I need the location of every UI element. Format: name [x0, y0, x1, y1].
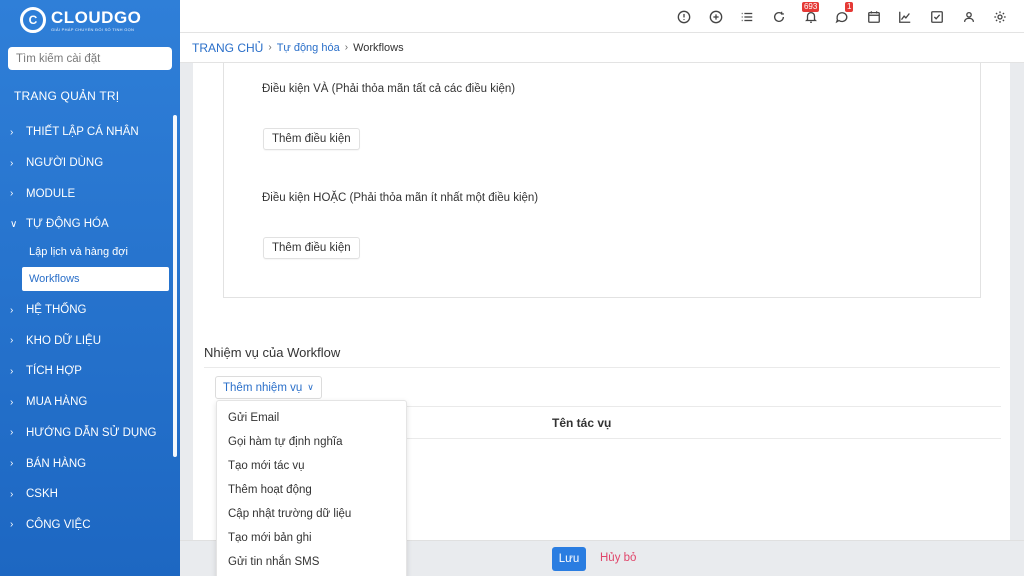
breadcrumb-automation[interactable]: Tự động hóa [277, 42, 340, 54]
checkbox-icon[interactable] [921, 8, 953, 26]
chevron-right-icon: › [10, 427, 14, 439]
sidebar-subitem-scheduler[interactable]: Lập lịch và hàng đợi [0, 240, 180, 265]
sidebar-item-label: NGƯỜI DÙNG [26, 157, 104, 170]
sidebar: C CLOUDGO GIẢI PHÁP CHUYỂN ĐỔI SỐ TINH G… [0, 0, 180, 576]
add-task-button[interactable]: Thêm nhiệm vụ ∨ [215, 376, 322, 399]
sidebar-item-personal-settings[interactable]: › THIẾT LẬP CÁ NHÂN [0, 117, 180, 148]
sidebar-nav: › THIẾT LẬP CÁ NHÂN › NGƯỜI DÙNG › MODULE ∨… [0, 117, 180, 540]
chat-icon[interactable]: 1 [826, 2, 858, 26]
chevron-right-icon: › [10, 396, 14, 408]
sidebar-item-label: TÍCH HỢP [26, 365, 82, 378]
chevron-right-icon: › [10, 304, 14, 316]
sidebar-item-integration[interactable]: › TÍCH HỢP [0, 356, 180, 387]
admin-title: TRANG QUẢN TRỊ [14, 89, 120, 103]
notification-badge: 693 [801, 2, 820, 12]
sidebar-item-label: HỆ THỐNG [26, 304, 87, 317]
sidebar-item-label: KHO DỮ LIỆU [26, 334, 102, 347]
menu-item-create-task[interactable]: Tạo mới tác vụ [217, 454, 406, 478]
chevron-right-icon: › [10, 335, 14, 347]
divider [204, 367, 1000, 368]
tasks-table-header: Tên tác vụ [407, 406, 1001, 439]
logo-title: CLOUDGO [51, 7, 142, 27]
menu-item-create-record[interactable]: Tạo mới bản ghi [217, 526, 406, 550]
logo-subtitle: GIẢI PHÁP CHUYỂN ĐỔI SỐ TINH GỌN [51, 26, 135, 32]
chevron-right-icon: › [10, 365, 14, 377]
cancel-button[interactable]: Hủy bỏ [600, 552, 636, 564]
save-button[interactable]: Lưu [552, 547, 586, 571]
and-conditions-label: Điều kiện VÀ (Phải thỏa mãn tất cả các đ… [262, 83, 516, 95]
sidebar-item-sales[interactable]: › BÁN HÀNG [0, 448, 180, 479]
calendar-icon[interactable] [858, 8, 890, 26]
menu-item-add-activity[interactable]: Thêm hoạt động [217, 478, 406, 502]
chevron-down-icon: ∨ [10, 218, 18, 230]
user-icon[interactable] [953, 8, 985, 26]
sidebar-item-label: HƯỚNG DẪN SỬ DỤNG [26, 426, 157, 439]
sidebar-item-data-warehouse[interactable]: › KHO DỮ LIỆU [0, 325, 180, 356]
add-icon[interactable] [700, 8, 732, 26]
sidebar-item-label: MUA HÀNG [26, 396, 88, 409]
breadcrumb-current: Workflows [353, 41, 404, 54]
bell-icon[interactable]: 693 [795, 2, 827, 26]
menu-item-send-sms[interactable]: Gửi tin nhắn SMS [217, 550, 406, 574]
gear-icon[interactable] [984, 8, 1016, 26]
sidebar-item-label: CÔNG VIỆC [26, 518, 91, 531]
chevron-down-icon: ∨ [307, 382, 314, 392]
logo[interactable]: C CLOUDGO GIẢI PHÁP CHUYỂN ĐỔI SỐ TINH G… [0, 0, 180, 40]
sidebar-item-system[interactable]: › HỆ THỐNG [0, 295, 180, 326]
sidebar-subitem-workflows[interactable]: Workflows [22, 266, 169, 291]
menu-item-update-field[interactable]: Cập nhật trường dữ liệu [217, 502, 406, 526]
chevron-right-icon: › [10, 488, 14, 500]
sidebar-item-automation[interactable]: ∨ TỰ ĐỘNG HÓA [0, 209, 180, 240]
sidebar-item-user-guide[interactable]: › HƯỚNG DẪN SỬ DỤNG [0, 418, 180, 449]
add-task-dropdown: Gửi Email Gọi hàm tự định nghĩa Tạo mới … [216, 400, 407, 576]
sidebar-item-label: TỰ ĐỘNG HÓA [26, 218, 109, 231]
sidebar-item-label: THIẾT LẬP CÁ NHÂN [26, 126, 139, 139]
sidebar-item-module[interactable]: › MODULE [0, 178, 180, 209]
sidebar-item-tasks[interactable]: › CÔNG VIỆC [0, 510, 180, 541]
sidebar-item-purchasing[interactable]: › MUA HÀNG [0, 387, 180, 418]
sidebar-item-users[interactable]: › NGƯỜI DÙNG [0, 148, 180, 179]
chevron-right-icon: › [344, 42, 349, 53]
workflow-tasks-title: Nhiệm vụ của Workflow [204, 345, 341, 360]
alert-icon[interactable] [668, 8, 700, 26]
chevron-right-icon: › [10, 126, 14, 138]
menu-item-send-email[interactable]: Gửi Email [217, 406, 406, 430]
settings-search-input[interactable] [8, 47, 172, 70]
chat-badge: 1 [845, 2, 854, 12]
sidebar-item-label: MODULE [26, 187, 76, 200]
chevron-right-icon: › [10, 519, 14, 531]
sidebar-item-customer-care[interactable]: › CSKH [0, 479, 180, 510]
column-header-task-name: Tên tác vụ [552, 416, 612, 430]
chevron-right-icon: › [268, 42, 272, 53]
add-or-condition-button[interactable]: Thêm điều kiện [263, 237, 360, 259]
conditions-box: Điều kiện VÀ (Phải thỏa mãn tất cả các đ… [223, 63, 981, 298]
cloudgo-logo-icon: C [20, 7, 46, 33]
breadcrumb-home[interactable]: TRANG CHỦ [192, 41, 263, 55]
chevron-right-icon: › [10, 188, 14, 200]
chevron-right-icon: › [10, 458, 14, 470]
topbar: 693 1 [180, 0, 1024, 33]
add-task-label: Thêm nhiệm vụ [223, 381, 303, 394]
list-icon[interactable] [732, 8, 764, 26]
add-and-condition-button[interactable]: Thêm điều kiện [263, 128, 360, 150]
sidebar-item-label: CSKH [26, 488, 58, 501]
sidebar-item-label: BÁN HÀNG [26, 457, 87, 470]
breadcrumb: TRANG CHỦ › Tự động hóa › Workflows [180, 33, 1024, 63]
menu-item-call-custom-function[interactable]: Gọi hàm tự định nghĩa [217, 430, 406, 454]
refresh-icon[interactable] [763, 8, 795, 26]
sidebar-scrollbar[interactable] [173, 115, 177, 457]
or-conditions-label: Điều kiện HOẶC (Phải thỏa mãn ít nhất mộ… [262, 192, 539, 204]
chevron-right-icon: › [10, 157, 14, 169]
chart-icon[interactable] [890, 8, 922, 26]
